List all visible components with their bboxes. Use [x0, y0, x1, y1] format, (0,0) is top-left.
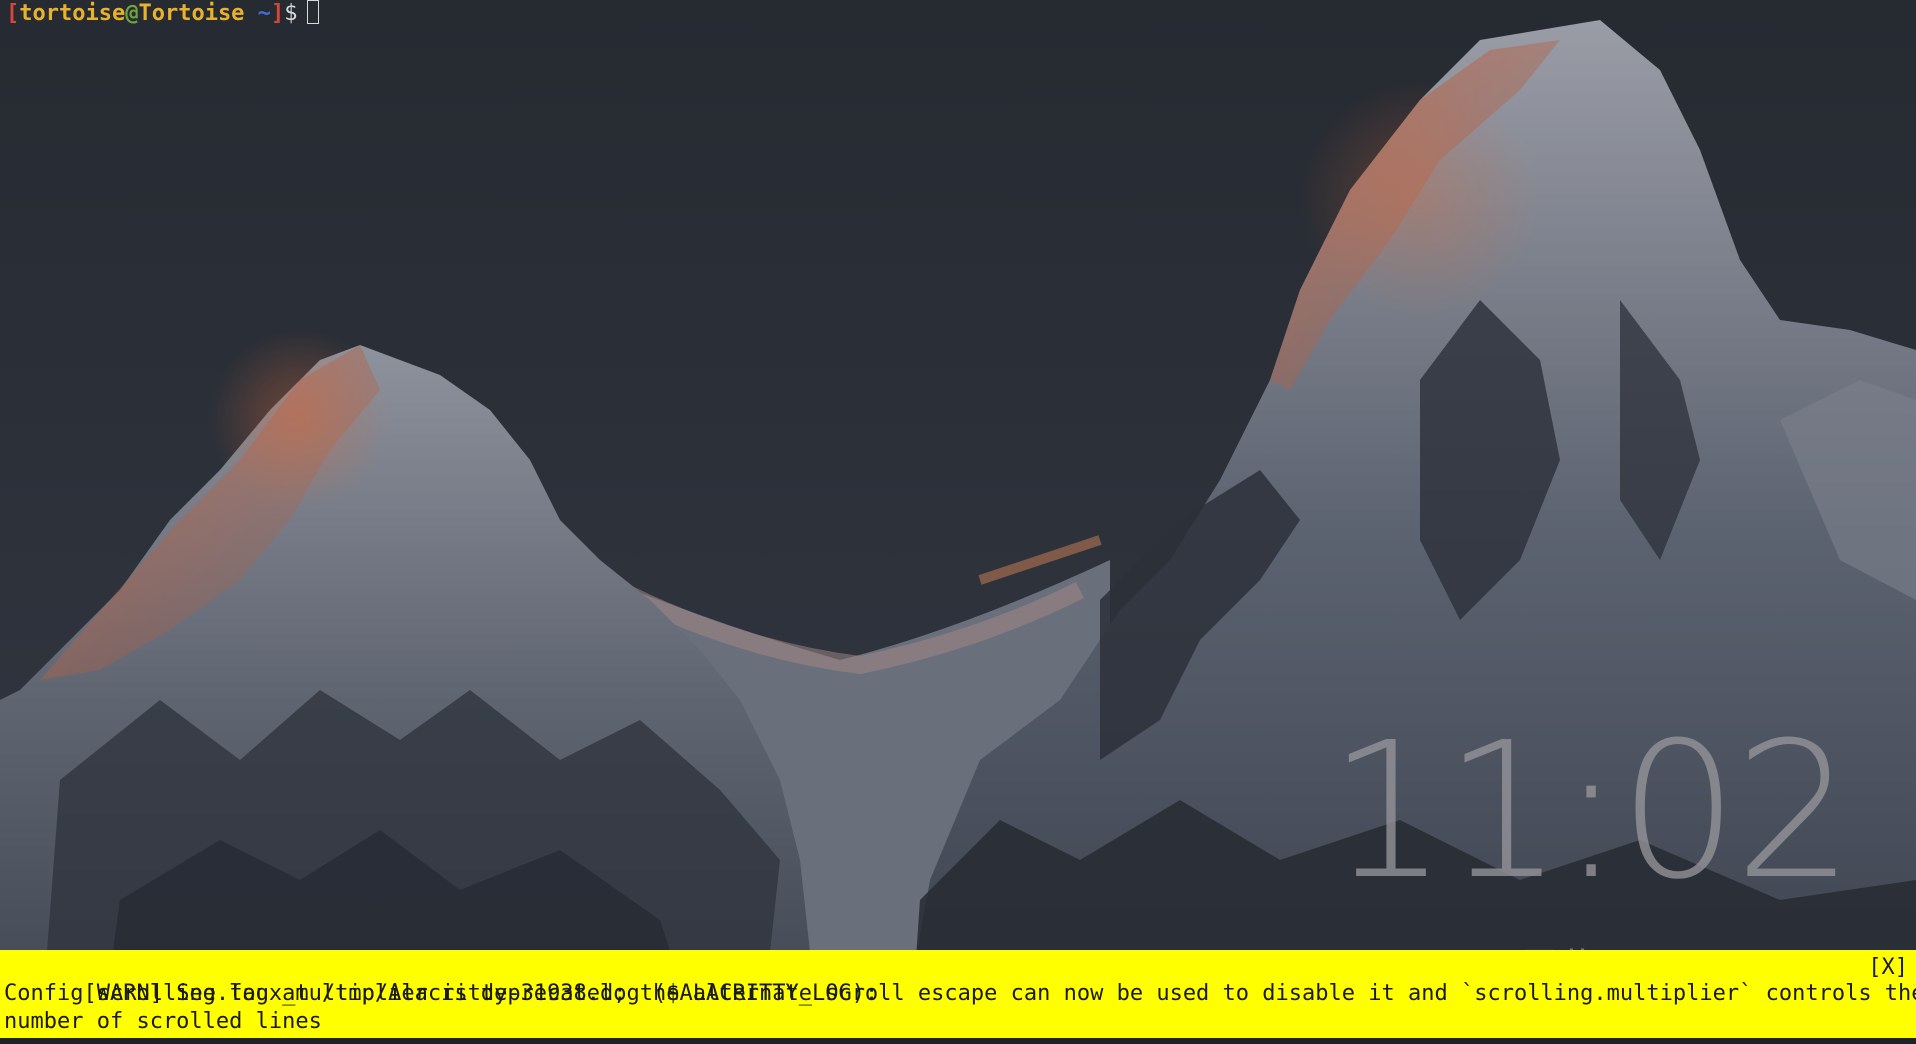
prompt-host: Tortoise — [138, 1, 245, 26]
shell-prompt: [tortoise@Tortoise ~]$ — [6, 0, 320, 27]
warning-line-1: Config scrolling.faux_multiplier is depr… — [4, 981, 1916, 1006]
prompt-dollar: $ — [284, 1, 298, 26]
warning-header-row: [WARN] See log at /tmp/Alacritty-31938.l… — [4, 952, 1912, 1006]
text-cursor — [307, 0, 320, 24]
bottom-edge — [0, 1038, 1916, 1044]
prompt-open-bracket: [ — [6, 1, 20, 26]
warning-close-button[interactable]: [X] — [1868, 954, 1908, 982]
warning-message-bar: [WARN] See log at /tmp/Alacritty-31938.l… — [0, 950, 1916, 1038]
prompt-dir: ~ — [244, 1, 271, 26]
desktop-clock: 11:02 — [1328, 702, 1854, 921]
prompt-at: @ — [125, 1, 139, 26]
prompt-close-bracket: ] — [270, 1, 285, 26]
prompt-user: tortoise — [19, 1, 126, 26]
desktop-screen: [tortoise@Tortoise ~]$ 11:02 星期四 … 日 30 … — [0, 0, 1916, 1044]
warning-line-2: number of scrolled lines — [4, 1009, 322, 1034]
